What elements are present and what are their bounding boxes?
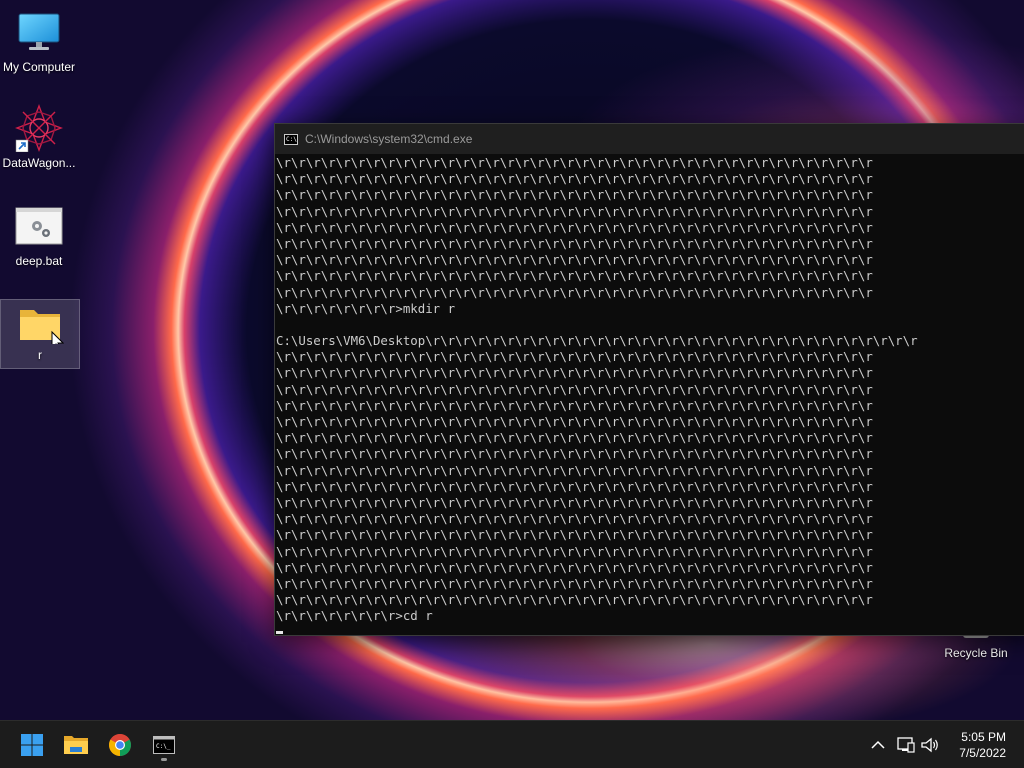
cmd-output-line: C:\Users\VM6\Desktop\r\r\r\r\r\r\r\r\r\r… — [276, 333, 918, 349]
text-cursor — [276, 631, 283, 634]
cmd-output-line: \r\r\r\r\r\r\r\r\r\r\r\r\r\r\r\r\r\r\r\r… — [276, 511, 873, 527]
cmd-output-line: \r\r\r\r\r\r\r\r\r\r\r\r\r\r\r\r\r\r\r\r… — [276, 365, 873, 381]
cmd-output[interactable]: \r\r\r\r\r\r\r\r\r\r\r\r\r\r\r\r\r\r\r\r… — [275, 154, 1024, 633]
cmd-output-line: \r\r\r\r\r\r\r\r\r\r\r\r\r\r\r\r\r\r\r\r… — [276, 203, 873, 219]
taskbar: C:\_ 5:05 PM 7/5/2022 — [0, 720, 1024, 768]
cmd-output-line: \r\r\r\r\r\r\r\r\r\r\r\r\r\r\r\r\r\r\r\r… — [276, 592, 873, 608]
desktop-icon-label: Recycle Bin — [944, 646, 1008, 660]
desktop-icon-label: deep.bat — [15, 254, 63, 268]
desktop-icon-datawagon[interactable]: DataWagon... — [0, 98, 78, 174]
cmd-output-line: \r\r\r\r\r\r\r\r\r\r\r\r\r\r\r\r\r\r\r\r… — [276, 284, 873, 300]
desktop-icon-deep-bat[interactable]: deep.bat — [0, 196, 78, 272]
cmd-output-line: \r\r\r\r\r\r\r\r\r\r\r\r\r\r\r\r\r\r\r\r… — [276, 252, 873, 268]
cmd-output-line: \r\r\r\r\r\r\r\r\r\r\r\r\r\r\r\r\r\r\r\r… — [276, 219, 873, 235]
file-explorer-button[interactable] — [58, 727, 94, 763]
cmd-taskbar-button[interactable]: C:\_ — [146, 727, 182, 763]
windows-logo-icon — [21, 734, 43, 756]
cmd-output-line: \r\r\r\r\r\r\r\r\r\r\r\r\r\r\r\r\r\r\r\r… — [276, 349, 873, 365]
network-icon[interactable] — [896, 735, 916, 755]
svg-text:C:\_: C:\_ — [156, 743, 171, 750]
cmd-output-line: \r\r\r\r\r\r\r\r\r\r\r\r\r\r\r\r\r\r\r\r… — [276, 430, 873, 446]
cmd-output-line: \r\r\r\r\r\r\r\r\r\r\r\r\r\r\r\r\r\r\r\r… — [276, 575, 873, 591]
cmd-output-line: \r\r\r\r\r\r\r\r\r\r\r\r\r\r\r\r\r\r\r\r… — [276, 446, 873, 462]
cmd-icon: C:\_ — [153, 736, 175, 754]
chrome-icon — [109, 734, 131, 756]
cmd-icon: C:\ — [284, 133, 298, 145]
chevron-up-icon[interactable] — [868, 735, 888, 755]
desktop: My Computer DataWagon... deep.bat r Recy… — [0, 0, 1024, 768]
desktop-icon-folder-r[interactable]: r — [0, 299, 80, 369]
cmd-output-line: \r\r\r\r\r\r\r\r\r\r\r\r\r\r\r\r\r\r\r\r… — [276, 155, 873, 170]
desktop-icon-label: DataWagon... — [2, 156, 76, 170]
folder-icon — [16, 304, 65, 351]
cmd-output-line: \r\r\r\r\r\r\r\r\r\r\r\r\r\r\r\r\r\r\r\r… — [276, 478, 873, 494]
cmd-output-line: \r\r\r\r\r\r\r\r\r\r\r\r\r\r\r\r\r\r\r\r… — [276, 381, 873, 397]
cmd-output-line: \r\r\r\r\r\r\r\r\r\r\r\r\r\r\r\r\r\r\r\r… — [276, 187, 873, 203]
start-button[interactable] — [14, 727, 50, 763]
cmd-output-line: \r\r\r\r\r\r\r\r\r\r\r\r\r\r\r\r\r\r\r\r… — [276, 268, 873, 284]
desktop-icon-label: r — [38, 348, 42, 362]
cmd-output-line: \r\r\r\r\r\r\r\r\r\r\r\r\r\r\r\r\r\r\r\r… — [276, 527, 873, 543]
cmd-output-line: \r\r\r\r\r\r\r\r\r\r\r\r\r\r\r\r\r\r\r\r… — [276, 462, 873, 478]
cmd-titlebar[interactable]: C:\ C:\Windows\system32\cmd.exe — [275, 124, 1024, 154]
cmd-window[interactable]: C:\ C:\Windows\system32\cmd.exe \r\r\r\r… — [274, 123, 1024, 636]
datawagon-app-icon — [15, 104, 63, 153]
batch-file-icon — [15, 202, 63, 250]
clock[interactable]: 5:05 PM 7/5/2022 — [936, 729, 1006, 761]
active-indicator — [161, 758, 167, 761]
cmd-output-line: \r\r\r\r\r\r\r\r>cd r — [276, 608, 433, 624]
desktop-icon-my-computer[interactable]: My Computer — [0, 2, 78, 78]
cmd-output-line — [276, 317, 1024, 333]
clock-time: 5:05 PM — [961, 730, 1006, 744]
chrome-button[interactable] — [102, 727, 138, 763]
cmd-output-line: \r\r\r\r\r\r\r\r\r\r\r\r\r\r\r\r\r\r\r\r… — [276, 171, 873, 187]
monitor-icon — [15, 8, 63, 56]
clock-date: 7/5/2022 — [959, 746, 1006, 760]
cmd-output-line: \r\r\r\r\r\r\r\r\r\r\r\r\r\r\r\r\r\r\r\r… — [276, 494, 873, 510]
cmd-output-line: \r\r\r\r\r\r\r\r\r\r\r\r\r\r\r\r\r\r\r\r… — [276, 559, 873, 575]
cmd-output-line: \r\r\r\r\r\r\r\r>mkdir r — [276, 300, 456, 316]
cmd-window-title: C:\Windows\system32\cmd.exe — [305, 132, 473, 146]
desktop-icon-label: My Computer — [2, 60, 76, 74]
cmd-output-line: \r\r\r\r\r\r\r\r\r\r\r\r\r\r\r\r\r\r\r\r… — [276, 235, 873, 251]
folder-icon — [64, 736, 88, 754]
cmd-output-line: \r\r\r\r\r\r\r\r\r\r\r\r\r\r\r\r\r\r\r\r… — [276, 414, 873, 429]
cmd-output-line: \r\r\r\r\r\r\r\r\r\r\r\r\r\r\r\r\r\r\r\r… — [276, 397, 873, 413]
cmd-output-line: \r\r\r\r\r\r\r\r\r\r\r\r\r\r\r\r\r\r\r\r… — [276, 543, 873, 559]
